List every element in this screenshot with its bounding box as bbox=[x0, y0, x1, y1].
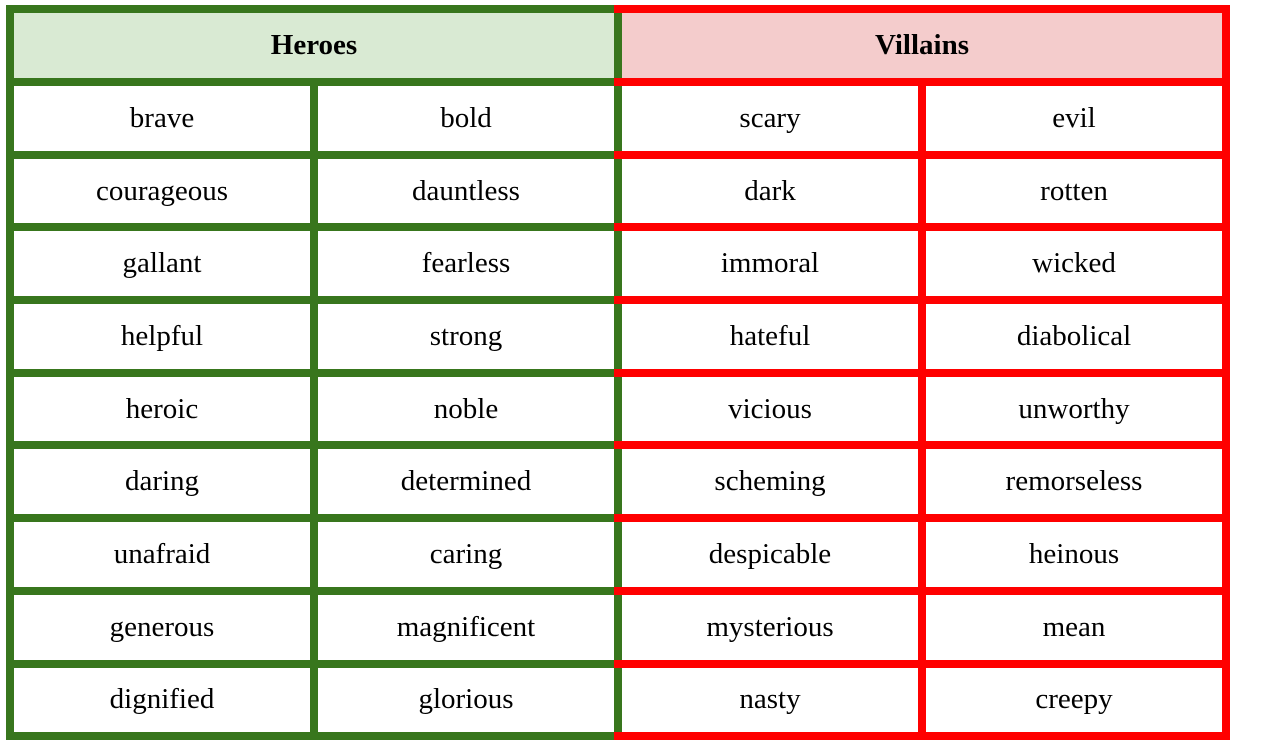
villains-cell: wicked bbox=[918, 223, 1230, 305]
heroes-header: Heroes bbox=[6, 5, 622, 86]
villains-row: mysterious mean bbox=[614, 586, 1230, 668]
heroes-row: brave bold bbox=[6, 78, 622, 159]
villains-cell: mean bbox=[918, 586, 1230, 668]
heroes-table: Heroes brave bold courageous dauntless galla… bbox=[6, 5, 622, 741]
heroes-cell: dignified bbox=[6, 659, 318, 741]
villains-row: scary evil bbox=[614, 78, 1230, 159]
heroes-cell: unafraid bbox=[6, 514, 318, 595]
villains-row: dark rotten bbox=[614, 150, 1230, 232]
heroes-cell: fearless bbox=[310, 223, 622, 305]
heroes-cell: bold bbox=[310, 78, 622, 159]
villains-cell: scheming bbox=[614, 441, 926, 523]
villains-row: vicious unworthy bbox=[614, 368, 1230, 450]
heroes-cell: strong bbox=[310, 296, 622, 377]
villains-cell: remorseless bbox=[918, 441, 1230, 523]
villains-cell: rotten bbox=[918, 150, 1230, 232]
word-table: Heroes brave bold courageous dauntless galla… bbox=[6, 5, 1230, 741]
heroes-row: generous magnificent bbox=[6, 586, 622, 668]
villains-cell: immoral bbox=[614, 223, 926, 305]
heroes-row: heroic noble bbox=[6, 368, 622, 450]
villains-cell: evil bbox=[918, 78, 1230, 159]
heroes-cell: magnificent bbox=[310, 586, 622, 668]
villains-row: hateful diabolical bbox=[614, 296, 1230, 377]
heroes-cell: noble bbox=[310, 368, 622, 450]
heroes-row: courageous dauntless bbox=[6, 150, 622, 232]
heroes-cell: glorious bbox=[310, 659, 622, 741]
villains-cell: heinous bbox=[918, 514, 1230, 595]
villains-cell: unworthy bbox=[918, 368, 1230, 450]
villains-body: scary evil dark rotten immoral wicked hateful d… bbox=[614, 78, 1230, 741]
villains-cell: vicious bbox=[614, 368, 926, 450]
heroes-cell: dauntless bbox=[310, 150, 622, 232]
villains-cell: creepy bbox=[918, 659, 1230, 741]
villains-cell: despicable bbox=[614, 514, 926, 595]
heroes-row: gallant fearless bbox=[6, 223, 622, 305]
villains-cell: dark bbox=[614, 150, 926, 232]
villains-table: Villains scary evil dark rotten immoral wicke… bbox=[614, 5, 1230, 741]
heroes-body: brave bold courageous dauntless gallant fearl… bbox=[6, 78, 622, 741]
villains-header: Villains bbox=[614, 5, 1230, 86]
villains-row: nasty creepy bbox=[614, 659, 1230, 741]
heroes-row: dignified glorious bbox=[6, 659, 622, 741]
villains-cell: scary bbox=[614, 78, 926, 159]
heroes-cell: courageous bbox=[6, 150, 318, 232]
heroes-cell: caring bbox=[310, 514, 622, 595]
villains-row: despicable heinous bbox=[614, 514, 1230, 595]
heroes-cell: daring bbox=[6, 441, 318, 523]
heroes-cell: heroic bbox=[6, 368, 318, 450]
heroes-cell: determined bbox=[310, 441, 622, 523]
heroes-cell: helpful bbox=[6, 296, 318, 377]
villains-cell: mysterious bbox=[614, 586, 926, 668]
villains-cell: hateful bbox=[614, 296, 926, 377]
villains-cell: nasty bbox=[614, 659, 926, 741]
villains-row: scheming remorseless bbox=[614, 441, 1230, 523]
heroes-cell: brave bbox=[6, 78, 318, 159]
heroes-row: daring determined bbox=[6, 441, 622, 523]
heroes-cell: generous bbox=[6, 586, 318, 668]
heroes-row: unafraid caring bbox=[6, 514, 622, 595]
heroes-cell: gallant bbox=[6, 223, 318, 305]
villains-cell: diabolical bbox=[918, 296, 1230, 377]
heroes-row: helpful strong bbox=[6, 296, 622, 377]
villains-row: immoral wicked bbox=[614, 223, 1230, 305]
